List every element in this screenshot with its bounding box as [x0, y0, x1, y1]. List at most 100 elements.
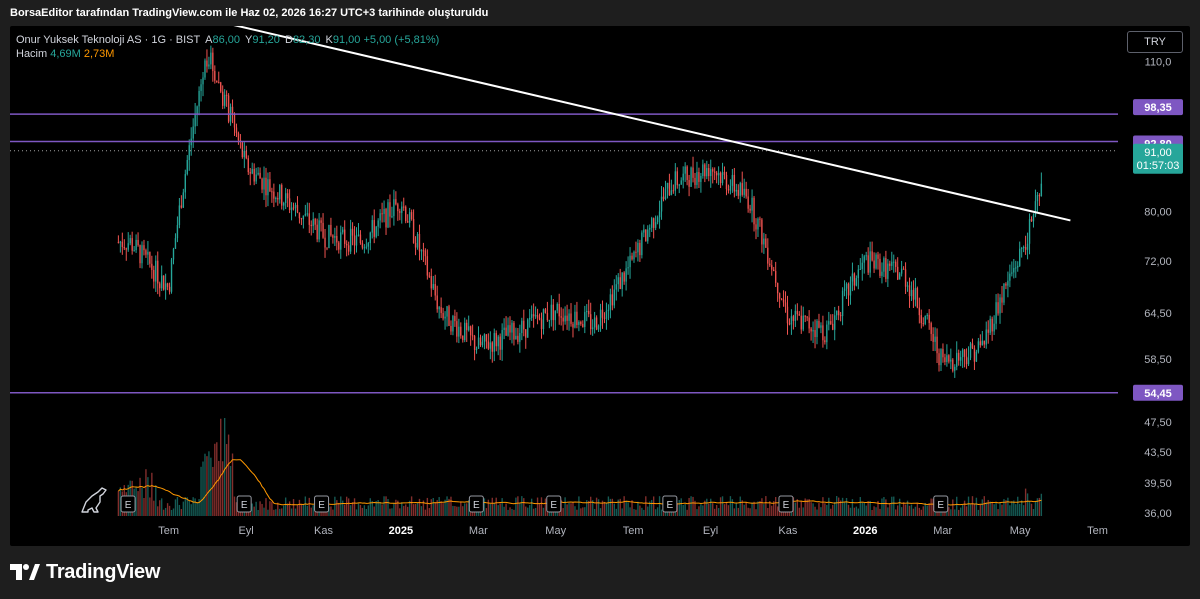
- candle-body: [985, 329, 987, 345]
- volume-bar: [1019, 503, 1021, 516]
- candle-body: [599, 309, 602, 326]
- volume-bar: [771, 505, 773, 516]
- candle-body: [778, 293, 781, 299]
- candle-body: [462, 335, 464, 341]
- candle-body: [334, 235, 336, 238]
- volume-bar: [157, 506, 159, 516]
- earnings-marker-icon[interactable]: E: [120, 495, 136, 513]
- candle-body: [918, 307, 921, 316]
- candle-body: [206, 60, 208, 67]
- footer-logo[interactable]: TradingView: [10, 559, 160, 585]
- candle-body: [434, 284, 436, 296]
- earnings-marker-icon[interactable]: E: [933, 495, 949, 513]
- chart-panel[interactable]: 140,0110,080,0072,0064,5058,5052,5047,50…: [10, 26, 1190, 546]
- candle-body: [534, 315, 537, 317]
- volume-bar: [733, 508, 736, 516]
- candle-body: [379, 213, 381, 221]
- volume-bar: [160, 498, 163, 516]
- change-value: +5,00 (+5,81%): [363, 34, 440, 46]
- volume-bar: [898, 498, 901, 516]
- candle-body: [930, 323, 932, 334]
- volume-bar: [216, 442, 218, 516]
- volume-bar: [218, 460, 220, 516]
- candle-body: [769, 263, 771, 266]
- volume-bar: [507, 509, 509, 516]
- volume-bar: [595, 497, 598, 516]
- volume-bar: [641, 507, 643, 516]
- candle-body: [755, 224, 757, 230]
- volume-bar: [959, 507, 962, 516]
- volume-bar: [442, 503, 444, 516]
- volume-bar: [271, 501, 273, 516]
- candle-body: [820, 325, 822, 328]
- earnings-marker-icon[interactable]: E: [468, 495, 484, 513]
- volume-bar: [395, 499, 397, 516]
- candle-body: [385, 208, 387, 228]
- candle-body: [938, 353, 940, 366]
- volume-bar: [999, 502, 1001, 516]
- candle-body: [153, 269, 155, 282]
- volume-bar: [283, 505, 285, 516]
- earnings-marker-icon[interactable]: E: [314, 495, 330, 513]
- candle-body: [1020, 248, 1023, 250]
- candle-body: [959, 357, 962, 361]
- candle-body: [885, 258, 887, 279]
- candle-body: [741, 183, 743, 195]
- volume-bar: [891, 496, 893, 516]
- candle-body: [881, 271, 883, 276]
- volume-bar: [952, 499, 954, 516]
- candle-body: [737, 189, 739, 196]
- candle-body: [796, 310, 799, 315]
- volume-bar: [517, 496, 519, 516]
- volume-bar: [310, 507, 312, 516]
- currency-button[interactable]: TRY: [1127, 31, 1183, 53]
- volume-bar: [210, 457, 212, 516]
- candle-body: [895, 261, 897, 267]
- y-axis-tick-label: 39,50: [1144, 478, 1172, 490]
- volume-bar: [774, 497, 777, 516]
- candle-body: [164, 283, 167, 290]
- volume-bar: [684, 504, 686, 516]
- candle-body: [871, 251, 873, 261]
- candle-body: [550, 304, 553, 320]
- volume-bar: [926, 505, 928, 516]
- candle-body: [416, 233, 419, 248]
- volume-bar: [572, 501, 574, 516]
- volume-bar: [214, 443, 216, 516]
- volume-bar: [434, 502, 436, 516]
- volume-bar: [525, 506, 527, 516]
- candle-body: [395, 199, 397, 205]
- candle-body: [794, 310, 797, 321]
- candle-body: [296, 204, 299, 213]
- volume-bar: [261, 503, 263, 516]
- volume-bar: [410, 496, 413, 516]
- candle-body: [536, 315, 539, 318]
- earnings-marker-icon[interactable]: E: [778, 495, 794, 513]
- earnings-marker-icon[interactable]: E: [236, 495, 252, 513]
- symbol-info[interactable]: Onur Yuksek Teknoloji AS · 1G · BIST: [16, 34, 200, 46]
- candle-body: [361, 243, 364, 248]
- earnings-marker-icon[interactable]: E: [662, 495, 678, 513]
- candle-body: [316, 224, 318, 240]
- candle-body: [942, 348, 944, 358]
- volume-value: 4,69M: [50, 48, 81, 60]
- volume-label[interactable]: Hacim: [16, 48, 47, 60]
- volume-bar: [832, 504, 834, 516]
- volume-bar: [570, 503, 572, 516]
- volume-bar: [765, 496, 767, 516]
- volume-bar: [810, 502, 812, 516]
- candle-body: [267, 179, 269, 196]
- price-chart[interactable]: 140,0110,080,0072,0064,5058,5052,5047,50…: [10, 26, 1190, 546]
- volume-bar: [924, 502, 926, 516]
- earnings-marker-icon[interactable]: E: [546, 495, 562, 513]
- candle-body: [365, 246, 368, 248]
- volume-bar: [879, 508, 881, 516]
- volume-bar: [176, 496, 179, 516]
- candle-body: [391, 216, 393, 218]
- footer-brand: TradingView: [46, 560, 161, 583]
- candle-body: [802, 315, 804, 330]
- candle-body: [428, 275, 431, 277]
- candle-body: [442, 313, 444, 319]
- candle-body: [658, 211, 661, 218]
- candle-body: [588, 310, 590, 315]
